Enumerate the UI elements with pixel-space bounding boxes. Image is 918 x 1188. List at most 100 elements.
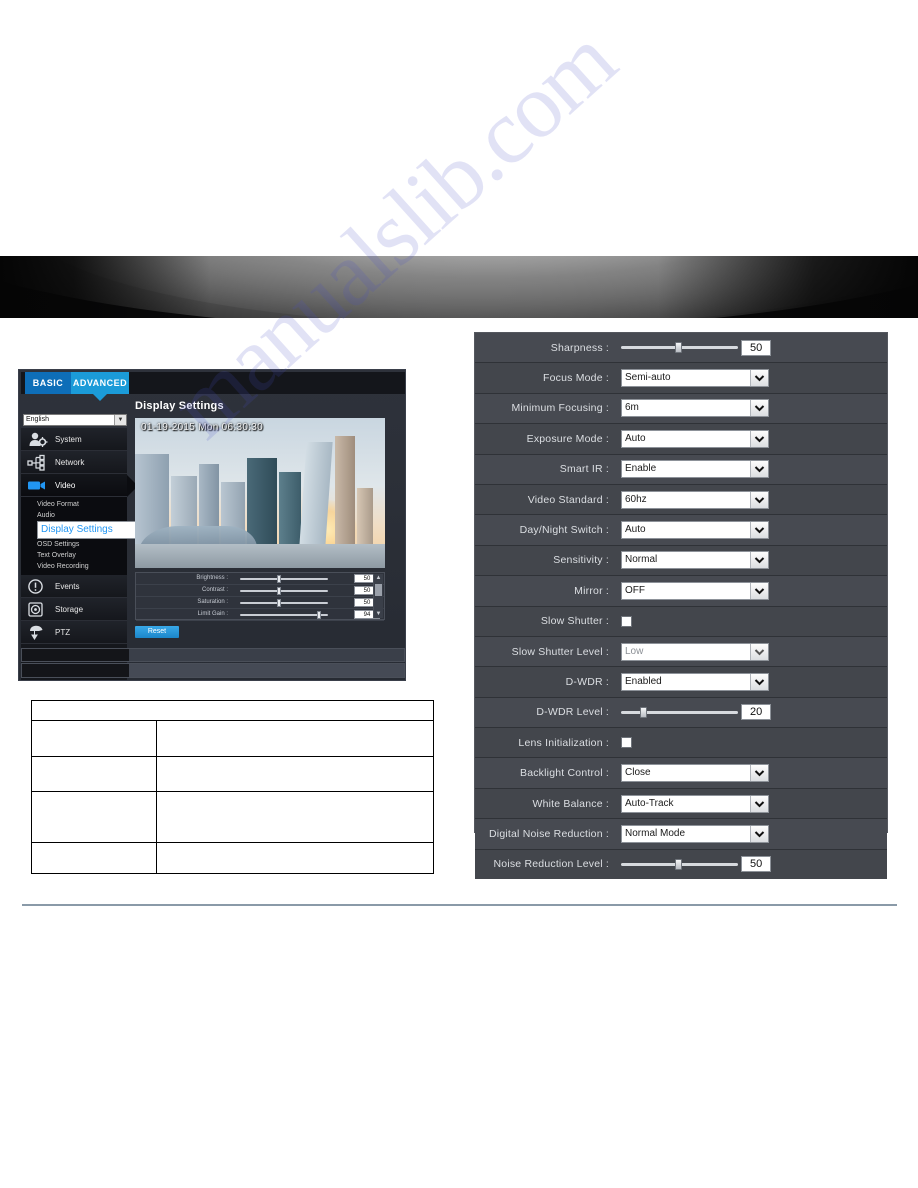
setting-row-focus-mode: Focus Mode : Semi-auto [475,363,887,394]
backlight-control-select[interactable]: Close [621,764,769,783]
sidebar-item-system[interactable]: System [21,428,127,451]
setting-field: Enable [621,455,887,484]
d-wdr-level-value[interactable]: 20 [741,704,771,721]
display-settings-panel: Sharpness : 50 Focus Mode : Semi-auto Mi… [474,332,888,880]
setting-row-video-standard: Video Standard : 60hz [475,484,887,516]
white-balance-select[interactable]: Auto-Track [621,794,769,813]
focus-mode-select[interactable]: Semi-auto [621,369,769,388]
alert-exclamation-icon [27,578,49,595]
day-night-switch-select[interactable]: Auto [621,521,769,540]
setting-row-sharpness: Sharpness : 50 [475,333,887,364]
chevron-down-icon [750,522,768,539]
system-user-gear-icon [27,431,49,448]
submenu-item-video-format[interactable]: Video Format [37,499,127,510]
setting-row-sensitivity: Sensitivity : Normal [475,545,887,577]
table-cell-desc [156,791,434,843]
submenu-item-audio[interactable]: Audio [37,510,127,521]
d-wdr-value: Enabled [625,675,662,687]
sidebar-item-video[interactable]: Video [21,474,138,497]
sidebar-item-label: Video [55,481,76,490]
minimum-focusing-select[interactable]: 6m [621,399,769,418]
sidebar-item-ptz[interactable]: PTZ [21,621,127,644]
noise-reduction-level-value[interactable]: 50 [741,856,771,873]
specification-table [31,700,434,874]
sidebar-item-storage[interactable]: Storage [21,598,127,621]
setting-field: 20 [621,698,887,727]
tab-basic[interactable]: BASIC [25,372,71,394]
digital-noise-reduction-select[interactable]: Normal Mode [621,824,769,843]
brightness-slider-track[interactable] [240,575,328,583]
setting-field: 60hz [621,485,887,514]
saturation-slider-track[interactable] [240,599,328,607]
lens-initialization-checkbox[interactable] [621,737,632,749]
setting-field: OFF [621,576,887,605]
exposure-mode-select[interactable]: Auto [621,429,769,448]
setting-row-slow-shutter: Slow Shutter : [475,606,887,637]
setting-field: Normal [621,546,887,575]
scroll-down-arrow-icon[interactable]: ▼ [374,610,383,618]
sidebar-item-events[interactable]: Events [21,575,127,598]
setting-field: Normal Mode [621,819,887,848]
slow-shutter-level-select[interactable]: Low [621,642,769,661]
table-row [31,700,434,721]
sidebar-item-label: Events [55,582,80,591]
table-row [31,720,434,757]
video-standard-value: 60hz [625,493,647,505]
noise-reduction-level-slider[interactable] [621,858,739,870]
limit-gain-slider-track[interactable] [240,611,328,619]
setting-label: Exposure Mode : [526,432,609,445]
setting-label: Minimum Focusing : [511,402,609,415]
chevron-down-icon [750,582,768,599]
chevron-down-icon [750,430,768,447]
table-cell-desc [156,720,434,757]
mirror-select[interactable]: OFF [621,581,769,600]
setting-label: Slow Shutter : [540,615,609,628]
d-wdr-level-slider[interactable] [621,706,739,718]
submenu-item-osd-settings[interactable]: OSD Settings [37,539,127,550]
submenu-item-video-recording[interactable]: Video Recording [37,561,127,572]
banner-left-fade [0,256,210,318]
setting-row-backlight-control: Backlight Control : Close [475,758,887,789]
sensitivity-select[interactable]: Normal [621,551,769,570]
setting-field: 50 [621,850,887,879]
setting-row-noise-reduction-level: Noise Reduction Level : 50 [475,849,887,880]
sidebar-item-network[interactable]: Network [21,451,127,474]
slider-group-scrollbar[interactable]: ▲ ▼ [373,574,383,618]
smart-ir-select[interactable]: Enable [621,460,769,479]
language-select[interactable]: English ▼ [23,414,127,426]
slider-label: Contrast : [201,587,228,593]
setting-field: Low [621,637,887,666]
table-cell-term [31,791,157,843]
table-header-cell [31,700,434,721]
sidebar-item-label: Network [55,458,85,467]
chevron-down-icon [750,643,768,660]
scrollbar-thumb[interactable] [375,584,382,596]
setting-label: Day/Night Switch : [519,524,609,537]
d-wdr-select[interactable]: Enabled [621,672,769,691]
setting-field: Enabled [621,667,887,696]
contrast-slider-track[interactable] [240,587,328,595]
table-row [31,756,434,792]
setting-field [621,607,887,636]
submenu-item-text-overlay[interactable]: Text Overlay [37,550,127,561]
slow-shutter-checkbox[interactable] [621,615,632,627]
slider-knob [639,706,647,718]
tab-advanced[interactable]: ADVANCED [71,372,129,401]
slow-shutter-level-value: Low [625,645,644,657]
camera-ui-bottom-bar-1 [21,648,405,662]
setting-label: Noise Reduction Level : [493,858,609,871]
live-video-preview: 01-19-2015 Mon 06:30:30 [135,418,385,568]
table-cell-term [31,842,157,874]
preview-slider-row: Saturation : 50 [136,597,384,609]
video-standard-select[interactable]: 60hz [621,490,769,509]
scroll-up-arrow-icon[interactable]: ▲ [374,574,383,582]
sharpness-value[interactable]: 50 [741,339,771,356]
page-title: Display Settings [135,400,224,412]
table-cell-term [31,720,157,757]
video-submenu: Video Format Audio Display Settings OSD … [21,497,185,575]
setting-row-day-night-switch: Day/Night Switch : Auto [475,515,887,546]
setting-row-minimum-focusing: Minimum Focusing : 6m [475,393,887,425]
sidebar-item-label: System [55,435,82,444]
reset-button[interactable]: Reset [135,626,179,638]
sharpness-slider[interactable] [621,342,739,354]
